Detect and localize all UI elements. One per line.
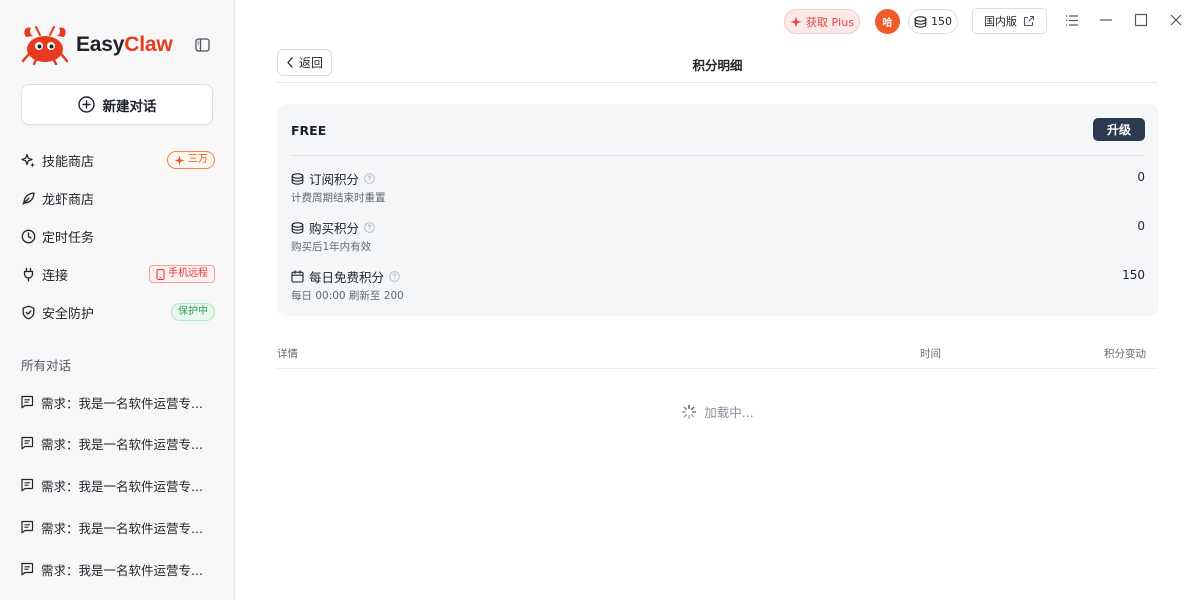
maximize-icon [1134,13,1148,27]
coins-icon [914,15,927,28]
credit-row-title: 每日免费积分 [309,270,385,285]
sidebar-item-security[interactable]: 安全防护 保护中 [20,300,215,324]
conversation-title: 需求：我是一名软件运营专... [41,395,203,411]
external-link-icon [1023,15,1035,27]
sidebar-item-scheduled-tasks[interactable]: 定时任务 [20,224,215,248]
conversation-item[interactable]: 需求：我是一名软件运营专... [20,559,220,579]
plus-circle-icon [77,96,95,113]
credit-row-subtitle: 计费周期结束时重置 [291,192,386,204]
credit-row-value: 150 [1122,268,1145,282]
help-icon[interactable] [364,222,375,233]
close-button[interactable] [1168,12,1184,28]
sidebar-item-label: 安全防护 [42,306,95,322]
sidebar-item-label: 定时任务 [42,230,95,246]
sparkle-icon [790,16,802,27]
chat-message-icon [21,395,34,409]
list-menu-icon [1066,14,1078,26]
plan-name: FREE [291,123,327,138]
conversation-title: 需求：我是一名软件运营专... [41,562,203,578]
sparkle-icon [20,152,36,168]
purchased-credits-row: 购买积分 购买后1年内有效 0 [291,219,1145,255]
sidebar-item-label: 龙虾商店 [42,192,95,208]
conversation-item[interactable]: 需求：我是一名软件运营专... [20,433,220,453]
clock-icon [20,228,36,244]
leaf-icon [20,190,36,206]
header-divider [277,82,1158,83]
credit-row-value: 0 [1137,170,1145,184]
conversation-item[interactable]: 需求：我是一名软件运营专... [20,392,220,412]
menu-button[interactable] [1064,12,1080,28]
user-avatar[interactable]: 哈 [875,9,900,34]
chat-message-icon [21,520,34,534]
get-plus-button[interactable]: 获取 Plus [784,9,860,34]
credit-row-subtitle: 购买后1年内有效 [291,241,372,253]
credits-button[interactable]: 150 [908,9,958,34]
sidebar: EasyClaw 新建对话 技能商店 三万 龙虾商店 定时任务 连接 手机远程 … [0,0,235,600]
conversation-item[interactable]: 需求：我是一名软件运营专... [20,517,220,537]
lobster-logo-icon [21,26,69,65]
conversation-title: 需求：我是一名软件运营专... [41,436,203,452]
phone-icon [156,268,165,280]
app-window: EasyClaw 新建对话 技能商店 三万 龙虾商店 定时任务 连接 手机远程 … [0,0,1200,600]
sidebar-item-label: 连接 [42,268,69,284]
chat-message-icon [21,562,34,576]
calendar-icon [291,270,304,283]
sidebar-panel-icon [194,38,210,52]
protection-status-badge: 保护中 [171,303,215,321]
help-icon[interactable] [389,271,400,282]
conversation-title: 需求：我是一名软件运营专... [41,478,203,494]
minimize-icon [1100,19,1112,21]
chat-message-icon [21,478,34,492]
maximize-button[interactable] [1133,12,1149,28]
collapse-sidebar-button[interactable] [194,37,210,53]
help-icon[interactable] [364,173,375,184]
loading-text: 加载中... [704,405,754,420]
upgrade-button[interactable]: 升级 [1093,118,1145,141]
loading-indicator: 加载中... [277,402,1158,421]
page-title: 积分明细 [692,58,743,73]
brand-name: EasyClaw [76,33,173,56]
spinner-icon [682,404,697,419]
credit-row-title: 购买积分 [309,221,360,236]
all-conversations-heading: 所有对话 [21,358,72,373]
sidebar-item-lobster-store[interactable]: 龙虾商店 [20,186,215,210]
credit-row-value: 0 [1137,219,1145,233]
coins-icon [291,172,304,185]
sidebar-item-skills-store[interactable]: 技能商店 三万 [20,148,215,172]
column-header-detail: 详情 [277,348,298,360]
subscription-credits-row: 订阅积分 计费周期结束时重置 0 [291,170,1145,206]
conversation-title: 需求：我是一名软件运营专... [41,520,203,536]
brand-logo: EasyClaw [20,25,173,65]
close-icon [1170,14,1182,26]
column-header-change: 积分变动 [1104,348,1146,360]
sidebar-item-label: 技能商店 [42,154,95,170]
mobile-remote-badge: 手机远程 [149,265,215,283]
region-button[interactable]: 国内版 [972,8,1047,34]
column-header-time: 时间 [920,348,941,360]
credit-row-title: 订阅积分 [309,172,360,187]
conversation-item[interactable]: 需求：我是一名软件运营专... [20,475,220,495]
card-divider [291,155,1145,156]
coins-icon [291,221,304,234]
daily-free-credits-row: 每日免费积分 每日 00:00 刷新至 200 150 [291,268,1145,304]
new-chat-button[interactable]: 新建对话 [21,84,213,125]
plug-icon [20,266,36,282]
star-sparkle-icon [174,155,185,165]
sidebar-item-connect[interactable]: 连接 手机远程 [20,262,215,286]
skills-count-badge: 三万 [167,151,215,169]
new-chat-label: 新建对话 [102,98,157,115]
shield-check-icon [20,304,36,320]
main-content: 获取 Plus 哈 150 国内版 返回 积分明细 FREE 升级 订阅积分 计… [235,0,1200,600]
table-divider [277,368,1158,369]
credits-summary-card: FREE 升级 订阅积分 计费周期结束时重置 0 购买积分 购买后1年内有效 0… [277,104,1159,316]
chat-message-icon [21,436,34,450]
credit-row-subtitle: 每日 00:00 刷新至 200 [291,290,404,302]
minimize-button[interactable] [1098,12,1114,28]
credit-history-table-header: 详情 时间 积分变动 [277,344,1158,364]
